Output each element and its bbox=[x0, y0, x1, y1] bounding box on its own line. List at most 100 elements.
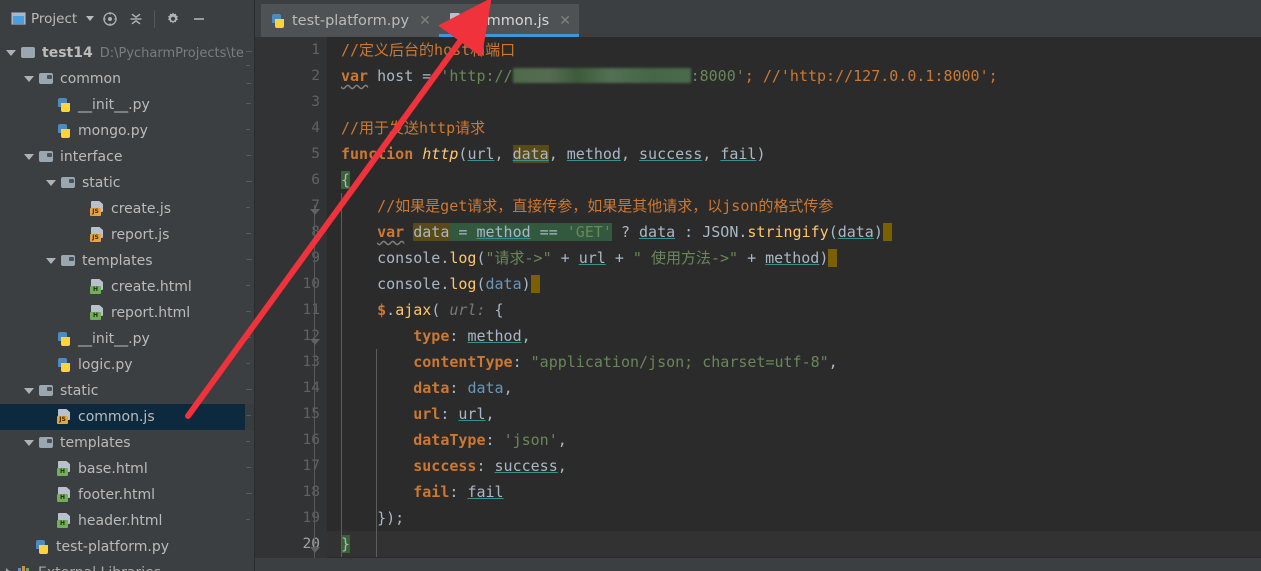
tree-preview-strip bbox=[245, 37, 254, 571]
punct-token: ( bbox=[476, 249, 486, 267]
punct-token: ) bbox=[873, 223, 883, 241]
chevron-expanded-icon[interactable] bbox=[24, 154, 34, 160]
tab-common-js[interactable]: common.js ✕ bbox=[438, 4, 580, 37]
function-name-token: http bbox=[422, 145, 459, 163]
python-file-icon bbox=[271, 13, 286, 29]
fold-arrow-icon[interactable] bbox=[310, 339, 320, 345]
code-editor[interactable]: 1 2 3 4 5 6 7 8 9 10 11 12 13 14 15 16 1… bbox=[255, 37, 1261, 571]
js-file-icon bbox=[90, 201, 105, 217]
property-key-token: success bbox=[413, 457, 477, 475]
tree-item-label: common bbox=[60, 71, 121, 87]
tree-row-common-init-py[interactable]: __init__.py bbox=[0, 92, 254, 118]
tree-row-mongo-py[interactable]: mongo.py bbox=[0, 118, 254, 144]
string-token: "application/json; charset=utf-8" bbox=[530, 353, 829, 371]
tree-row-templates[interactable]: templates bbox=[0, 430, 254, 456]
fold-arrow-icon[interactable] bbox=[310, 209, 320, 215]
tree-item-label: report.html bbox=[111, 305, 191, 321]
html-file-icon bbox=[90, 305, 105, 321]
punct-token: , bbox=[620, 145, 640, 163]
module-folder-icon bbox=[61, 175, 76, 191]
project-folder-icon bbox=[21, 45, 36, 61]
identifier-token: url bbox=[458, 405, 486, 423]
operator-token: = bbox=[422, 67, 441, 85]
comment-token: //如果是get请求，直接传参，如果是其他请求，以json的格式传参 bbox=[377, 197, 834, 215]
module-folder-icon bbox=[39, 149, 54, 165]
tree-item-label: templates bbox=[82, 253, 153, 269]
tree-item-label: create.js bbox=[111, 201, 172, 217]
tree-row-header-html[interactable]: header.html bbox=[0, 508, 254, 534]
punct-token: ? bbox=[611, 223, 640, 241]
matched-brace-token: } bbox=[341, 535, 351, 553]
code-line-20: } bbox=[327, 531, 1261, 557]
punct-token: : bbox=[675, 223, 703, 241]
tree-row-common[interactable]: common bbox=[0, 66, 254, 92]
tree-row-static[interactable]: static bbox=[0, 378, 254, 404]
semicolon-token: ; bbox=[744, 67, 754, 85]
tree-row-interface-init-py[interactable]: __init__.py bbox=[0, 326, 254, 352]
project-tree[interactable]: test14 D:\PycharmProjects\te common __in… bbox=[0, 37, 255, 571]
tree-item-label: __init__.py bbox=[78, 331, 150, 347]
tree-row-interface-templates[interactable]: templates bbox=[0, 248, 254, 274]
locate-icon[interactable] bbox=[98, 7, 122, 31]
fold-arrow-icon[interactable] bbox=[310, 547, 320, 553]
search-highlight: method bbox=[476, 223, 531, 241]
code-line-16: dataType: 'json', bbox=[413, 431, 567, 449]
keyword-token: function bbox=[341, 145, 414, 163]
library-icon bbox=[17, 565, 32, 571]
close-icon[interactable]: ✕ bbox=[419, 14, 431, 28]
tab-test-platform-py[interactable]: test-platform.py ✕ bbox=[261, 4, 439, 37]
tree-row-footer-html[interactable]: footer.html bbox=[0, 482, 254, 508]
tree-row-create-js[interactable]: create.js bbox=[0, 196, 254, 222]
tree-row-logic-py[interactable]: logic.py bbox=[0, 352, 254, 378]
code-line-6: { bbox=[327, 167, 1261, 193]
identifier-token: method bbox=[467, 327, 522, 345]
chevron-expanded-icon[interactable] bbox=[24, 76, 34, 82]
chevron-down-icon[interactable] bbox=[86, 16, 95, 21]
collapse-all-icon[interactable] bbox=[124, 7, 148, 31]
comment-token: //定义后台的host和端口 bbox=[341, 41, 516, 59]
editor-gutter[interactable]: 1 2 3 4 5 6 7 8 9 10 11 12 13 14 15 16 1… bbox=[255, 37, 327, 571]
chevron-expanded-icon[interactable] bbox=[6, 50, 16, 56]
minimize-icon[interactable] bbox=[187, 7, 211, 31]
fold-column[interactable] bbox=[307, 37, 327, 571]
tree-row-interface[interactable]: interface bbox=[0, 144, 254, 170]
project-window-icon bbox=[11, 12, 26, 25]
toolbar-separator bbox=[154, 9, 156, 28]
tree-item-path: D:\PycharmProjects\te bbox=[99, 45, 244, 61]
chevron-expanded-icon[interactable] bbox=[24, 388, 34, 394]
gear-icon[interactable] bbox=[161, 7, 185, 31]
tree-row-interface-static[interactable]: static bbox=[0, 170, 254, 196]
chevron-expanded-icon[interactable] bbox=[24, 440, 34, 446]
punct-token: ( bbox=[828, 223, 838, 241]
tree-item-label: test14 bbox=[42, 45, 93, 61]
code-line-2: var host = 'http://:8000'; //'http://127… bbox=[327, 63, 1261, 89]
tree-row-test-platform-py[interactable]: test-platform.py bbox=[0, 534, 254, 560]
code-content[interactable]: //定义后台的host和端口 var host = 'http://:8000'… bbox=[327, 37, 1261, 571]
tree-row-base-html[interactable]: base.html bbox=[0, 456, 254, 482]
property-key-token: url bbox=[413, 405, 441, 423]
punct-token: + bbox=[551, 249, 579, 267]
line-end-highlight bbox=[882, 223, 892, 241]
tree-row-test14[interactable]: test14 D:\PycharmProjects\te bbox=[0, 40, 254, 66]
code-line-11: $.ajax( url: { bbox=[327, 297, 1261, 323]
project-label: Project bbox=[31, 10, 78, 27]
project-tool-window-button[interactable]: Project bbox=[8, 9, 97, 29]
tree-row-report-js[interactable]: report.js bbox=[0, 222, 254, 248]
chevron-expanded-icon[interactable] bbox=[46, 180, 56, 186]
keyword-token: var bbox=[341, 67, 369, 85]
tree-row-external-libraries[interactable]: External Libraries bbox=[0, 560, 254, 571]
parameter-hint: url: bbox=[449, 301, 486, 319]
code-line-8: var data = method == 'GET' ? data : JSON… bbox=[327, 219, 1261, 245]
string-token: "请求->" bbox=[485, 249, 552, 267]
editor-tab-strip: test-platform.py ✕ common.js ✕ bbox=[255, 0, 1261, 37]
close-icon[interactable]: ✕ bbox=[559, 14, 571, 28]
chevron-expanded-icon[interactable] bbox=[46, 258, 56, 264]
tree-row-create-html[interactable]: create.html bbox=[0, 274, 254, 300]
tree-row-common-js[interactable]: common.js bbox=[0, 404, 254, 430]
tree-row-report-html[interactable]: report.html bbox=[0, 300, 254, 326]
method-token: log bbox=[449, 275, 477, 293]
identifier-token: data bbox=[467, 379, 504, 397]
tree-item-label: common.js bbox=[78, 409, 155, 425]
variable-token: host bbox=[368, 67, 423, 85]
property-key-token: fail bbox=[413, 483, 450, 501]
